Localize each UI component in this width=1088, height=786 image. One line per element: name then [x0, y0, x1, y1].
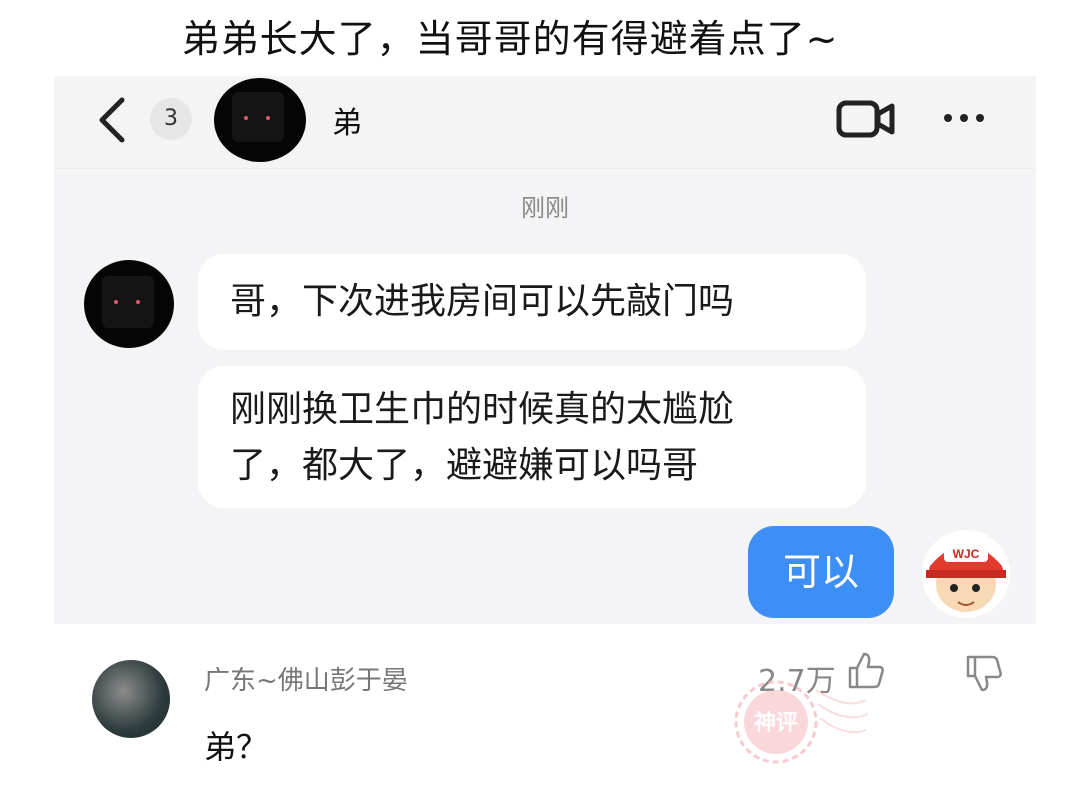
post-caption: 弟弟长大了，当哥哥的有得避着点了~ [181, 17, 839, 61]
incoming-message[interactable]: 刚刚换卫生巾的时候真的太尴尬 了，都大了，避避嫌可以吗哥 [198, 366, 866, 508]
contact-avatar[interactable] [214, 78, 306, 162]
video-call-icon[interactable] [836, 98, 896, 140]
outgoing-message[interactable]: 可以 [748, 526, 894, 618]
unread-count-badge: 3 [150, 98, 192, 140]
avatar-figure-icon [232, 92, 284, 142]
more-options-icon[interactable] [940, 110, 988, 126]
my-avatar-cartoon-icon[interactable]: WJC [920, 528, 1012, 620]
chat-header: 3 弟 [54, 76, 1036, 169]
thumbs-down-icon[interactable] [964, 654, 1004, 694]
incoming-message[interactable]: 哥，下次进我房间可以先敲门吗 [198, 254, 866, 350]
commenter-name[interactable]: 广东~佛山彭于晏 [204, 660, 408, 697]
comment-section: 广东~佛山彭于晏 2.7万 弟？ [0, 630, 1088, 786]
watermark-text: 神评 [754, 710, 798, 736]
watermark-stamp-icon: 神评 [734, 680, 869, 764]
message-avatar[interactable] [84, 260, 174, 348]
comment-text: 弟？ [204, 728, 269, 766]
message-timestamp: 刚刚 [521, 194, 569, 222]
cap-badge-text: WJC [953, 547, 980, 561]
avatar-figure-icon [102, 276, 154, 328]
contact-name: 弟 [332, 106, 362, 141]
back-arrow-icon[interactable] [92, 96, 132, 144]
chat-screenshot: 3 弟 刚刚 哥，下次进我房间可以先敲门吗 刚刚换卫生巾的时候真的太尴尬 了，都… [54, 76, 1036, 624]
commenter-avatar[interactable] [92, 660, 170, 738]
